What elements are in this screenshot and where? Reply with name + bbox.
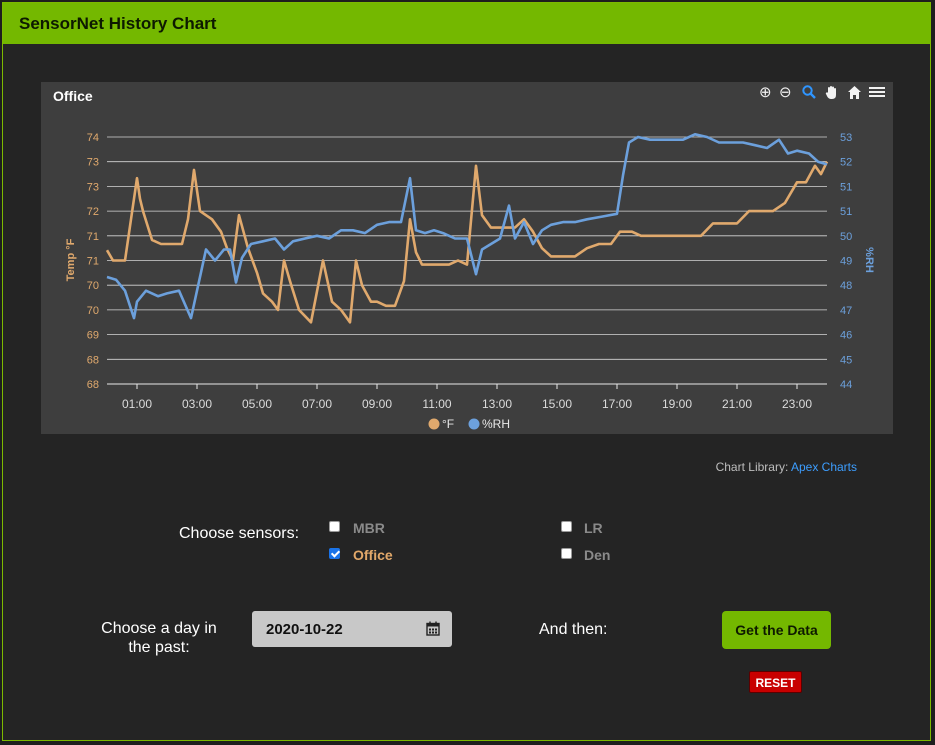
y-right-tick-label: 45 bbox=[840, 354, 852, 366]
y-left-tick-label: 70 bbox=[87, 305, 99, 317]
title-bar: SensorNet History Chart bbox=[3, 3, 930, 44]
zoom-out-icon[interactable]: ⊖ bbox=[779, 85, 792, 101]
y-right-tick-label: 52 bbox=[840, 157, 852, 169]
legend-label-rh: %RH bbox=[482, 417, 510, 431]
y-left-tick-label: 71 bbox=[87, 231, 99, 243]
x-tick-label: 15:00 bbox=[542, 397, 572, 411]
y-left-tick-label: 70 bbox=[87, 280, 99, 292]
y-left-tick-label: 69 bbox=[87, 330, 99, 342]
app-window: SensorNet History Chart Office 74 53 73 52 73… bbox=[2, 2, 931, 741]
y-right-tick-label: 46 bbox=[840, 330, 852, 342]
y-left-axis-title: Temp °F bbox=[65, 238, 77, 281]
legend-label-temp: °F bbox=[442, 417, 454, 431]
sensor-checkbox-den[interactable] bbox=[561, 548, 572, 559]
chart-panel: Office 74 53 73 52 73 51 72 51 71 50 71 49 70 48 70 47 69… bbox=[41, 82, 893, 434]
y-right-tick-label: 51 bbox=[840, 181, 852, 193]
choose-day-label-line1: Choose a day in bbox=[101, 620, 217, 637]
page-title: SensorNet History Chart bbox=[19, 14, 217, 33]
zoom-select-icon[interactable] bbox=[802, 85, 816, 103]
credit-prefix: Chart Library: bbox=[715, 460, 789, 474]
sensor-label-office[interactable]: Office bbox=[353, 547, 393, 563]
x-tick-label: 01:00 bbox=[122, 397, 152, 411]
chart-title: Office bbox=[53, 88, 93, 104]
x-tick-label: 09:00 bbox=[362, 397, 392, 411]
y-left-tick-label: 72 bbox=[87, 206, 99, 218]
legend-marker-temp bbox=[428, 418, 440, 430]
pan-hand-icon[interactable] bbox=[825, 85, 839, 104]
y-left-tick-label: 68 bbox=[87, 379, 99, 391]
sensor-label-lr[interactable]: LR bbox=[584, 520, 603, 536]
legend-marker-rh bbox=[468, 418, 480, 430]
y-right-axis-title: %RH bbox=[863, 247, 875, 273]
sensor-label-mbr[interactable]: MBR bbox=[353, 520, 385, 536]
choose-day-label-line2: the past: bbox=[128, 639, 190, 656]
apex-charts-link[interactable]: Apex Charts bbox=[791, 460, 857, 474]
choose-day-label: Choose a day in the past: bbox=[95, 619, 223, 657]
y-left-tick-label: 73 bbox=[87, 157, 99, 169]
and-then-label: And then: bbox=[539, 621, 608, 638]
x-tick-label: 03:00 bbox=[182, 397, 212, 411]
sensor-checkbox-office[interactable] bbox=[329, 548, 340, 559]
menu-icon[interactable] bbox=[869, 85, 885, 103]
x-tick-label: 05:00 bbox=[242, 397, 272, 411]
date-value: 2020-10-22 bbox=[266, 621, 343, 638]
choose-sensors-label: Choose sensors: bbox=[179, 525, 300, 542]
x-tick-label: 13:00 bbox=[482, 397, 512, 411]
y-right-tick-label: 48 bbox=[840, 280, 852, 292]
sensor-label-den[interactable]: Den bbox=[584, 547, 610, 563]
x-tick-label: 21:00 bbox=[722, 397, 752, 411]
sensor-checkbox-lr[interactable] bbox=[561, 521, 572, 532]
history-chart[interactable]: Office 74 53 73 52 73 51 72 51 71 50 71 49 70 48 70 47 69… bbox=[41, 82, 893, 434]
chart-library-credit: Chart Library: Apex Charts bbox=[716, 460, 857, 474]
x-tick-label: 17:00 bbox=[602, 397, 632, 411]
x-tick-label: 23:00 bbox=[782, 397, 812, 411]
y-left-tick-label: 74 bbox=[87, 132, 99, 144]
y-left-tick-label: 73 bbox=[87, 181, 99, 193]
sensor-checkbox-mbr[interactable] bbox=[329, 521, 340, 532]
y-right-tick-label: 47 bbox=[840, 305, 852, 317]
date-picker-input[interactable]: 2020-10-22 bbox=[252, 611, 452, 647]
x-tick-label: 11:00 bbox=[422, 397, 451, 411]
calendar-icon[interactable] bbox=[426, 621, 440, 641]
y-left-tick-label: 68 bbox=[87, 354, 99, 366]
zoom-in-icon[interactable]: ⊕ bbox=[759, 85, 772, 101]
y-right-tick-label: 53 bbox=[840, 132, 852, 144]
y-right-tick-label: 51 bbox=[840, 206, 852, 218]
y-right-tick-label: 49 bbox=[840, 256, 852, 268]
x-tick-label: 07:00 bbox=[302, 397, 332, 411]
reset-button[interactable]: RESET bbox=[749, 671, 802, 693]
x-tick-label: 19:00 bbox=[662, 397, 692, 411]
y-right-tick-label: 50 bbox=[840, 231, 852, 243]
get-the-data-button[interactable]: Get the Data bbox=[722, 611, 831, 649]
y-left-tick-label: 71 bbox=[87, 256, 99, 268]
home-reset-icon[interactable] bbox=[847, 85, 862, 104]
y-right-tick-label: 44 bbox=[840, 379, 852, 391]
